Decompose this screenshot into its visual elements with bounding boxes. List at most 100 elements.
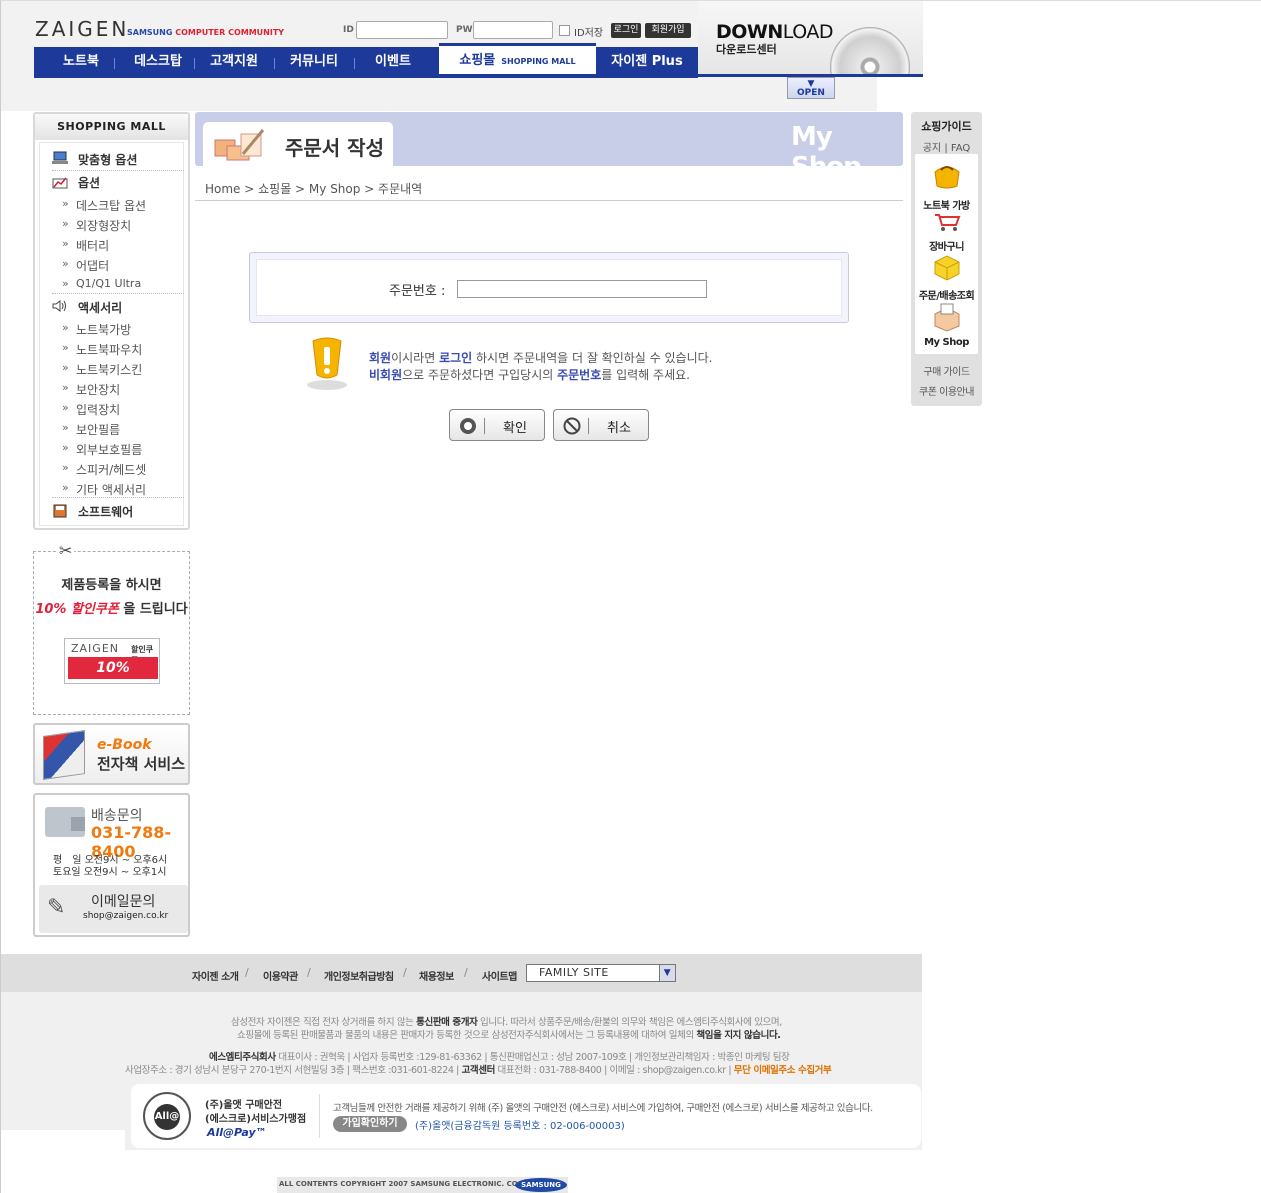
ebook-subtitle: 전자책 서비스 <box>97 755 186 773</box>
footer-divider: / <box>464 966 468 979</box>
bag-icon[interactable] <box>931 160 963 190</box>
nav-divider <box>194 58 195 69</box>
copyright-text: ALL CONTENTS COPYRIGHT 2007 SAMSUNG ELEC… <box>279 1180 537 1188</box>
footer-link-privacy[interactable]: 개인정보취급방침 <box>324 968 394 983</box>
pw-label: PW <box>456 25 473 35</box>
allpay-logo: All@Pay™ <box>207 1126 267 1139</box>
menu-item-battery[interactable]: 배터리 <box>62 237 109 254</box>
menu-option-head[interactable]: 옵션 <box>78 174 100 191</box>
footer-nav: 자이젠 소개 / 이용약관 / 개인정보취급방침 / 채용정보 / 사이트맵 F… <box>1 954 922 992</box>
menu-body: 맞춤형 옵션 옵션 데스크탑 옵션 외장형장치 배터리 어댑터 Q1/Q1 Ul… <box>39 142 184 526</box>
nav-shoppingmall[interactable]: 쇼핑몰 SHOPPING MALL <box>439 43 596 74</box>
chart-icon <box>52 177 68 189</box>
myshop-label: My Shop <box>791 122 862 182</box>
order-number-form: 주문번호 : <box>249 252 849 323</box>
id-label: ID <box>343 25 354 35</box>
menu-item-desktop-option[interactable]: 데스크탑 옵션 <box>62 197 146 214</box>
menu-item-protect-film[interactable]: 외부보호필름 <box>62 441 142 458</box>
nav-desktop[interactable]: 데스크탑 <box>116 47 200 78</box>
menu-item-other-accessory[interactable]: 기타 액세서리 <box>62 481 146 498</box>
laptop-icon <box>52 151 68 164</box>
escrow-divider <box>319 1094 320 1138</box>
menu-software-head[interactable]: 소프트웨어 <box>78 503 133 520</box>
cd-disc-icon <box>830 27 910 74</box>
zaigen-logo[interactable]: ZAIGEN <box>35 17 129 41</box>
family-site-select[interactable]: FAMILY SITE ▼ <box>526 964 676 982</box>
menu-item-external-device[interactable]: 외장형장치 <box>62 217 131 234</box>
cart-icon[interactable] <box>931 212 963 232</box>
menu-custom-option[interactable]: 맞춤형 옵션 <box>78 151 137 168</box>
menu-title: SHOPPING MALL <box>35 114 188 140</box>
menu-item-security-film[interactable]: 보안필름 <box>62 421 120 438</box>
nav-notebook[interactable]: 노트북 <box>48 47 114 78</box>
guide-icons: 노트북 가방 장바구니 주문/배송조회 My Shop <box>915 154 978 354</box>
join-button[interactable]: 회원가입 <box>645 23 691 38</box>
book-icon <box>43 730 85 780</box>
confirm-button[interactable]: 확인 <box>449 409 545 441</box>
footer-line3: 에스엠티주식회사 대표이사 : 권혁욱 | 사업자 등록번호 :129-81-6… <box>209 1052 790 1063</box>
faq-link[interactable]: FAQ <box>951 143 970 154</box>
guide-buy-guide[interactable]: 구매 가이드 <box>911 363 982 378</box>
nav-event[interactable]: 이벤트 <box>356 47 430 78</box>
notice-nonmember: 비회원으로 주문하셨다면 구입당시의 주문번호를 입력해 주세요. <box>369 368 690 382</box>
login-button[interactable]: 로그인 <box>611 23 641 38</box>
download-center-banner[interactable]: DOWNLOAD 다운로드센터 <box>698 1 923 77</box>
nav-community[interactable]: 커뮤니티 <box>276 47 352 78</box>
footer-line1: 삼성전자 자이젠은 직접 전자 상거래를 하지 않는 통신판매 중개자 입니다.… <box>231 1017 782 1028</box>
download-open-button[interactable]: ▼ OPEN <box>787 77 835 99</box>
guide-item-order-delivery[interactable]: 주문/배송조회 <box>915 287 978 302</box>
menu-item-security-device[interactable]: 보안장치 <box>62 381 120 398</box>
page-title-bar: 주문서 작성 My Shop <box>195 112 903 182</box>
download-subtitle: 다운로드센터 <box>716 43 777 56</box>
copyright-bar: ALL CONTENTS COPYRIGHT 2007 SAMSUNG ELEC… <box>277 1177 568 1193</box>
box-delivery-icon[interactable] <box>931 252 963 282</box>
menu-item-q1[interactable]: Q1/Q1 Ultra <box>62 277 141 290</box>
coupon-text-line2: 10% 할인쿠폰 을 드립니다 <box>35 602 188 617</box>
footer-link-terms[interactable]: 이용약관 <box>263 968 298 983</box>
footer-link-sitemap[interactable]: 사이트맵 <box>482 968 517 983</box>
order-number-input[interactable] <box>457 280 707 298</box>
nav-divider <box>114 58 115 69</box>
footer-link-jobs[interactable]: 채용정보 <box>419 968 454 983</box>
menu-item-notebook-pouch[interactable]: 노트북파우치 <box>62 341 142 358</box>
menu-item-speaker-headset[interactable]: 스피커/헤드셋 <box>62 461 146 478</box>
menu-accessory-head[interactable]: 액세서리 <box>78 299 122 316</box>
nav-zaigen-plus[interactable]: 자이젠 Plus <box>596 47 698 78</box>
menu-divider <box>52 170 184 171</box>
shopping-mall-menu: SHOPPING MALL 맞춤형 옵션 옵션 데스크탑 옵션 외장형장치 배터… <box>33 112 190 530</box>
email-inquiry[interactable]: ✎ 이메일문의 shop@zaigen.co.kr <box>39 885 188 933</box>
coupon-banner[interactable]: 제품등록을 하시면 10% 할인쿠폰 을 드립니다 ZAIGEN 할인쿠폰 10… <box>33 551 190 715</box>
guide-coupon-info[interactable]: 쿠폰 이용안내 <box>911 383 982 398</box>
escrow-box: All@ (주)올앳 구매안전 (에스크로)서비스가맹점 All@Pay™ 고객… <box>131 1084 921 1148</box>
menu-item-input-device[interactable]: 입력장치 <box>62 401 120 418</box>
ebook-banner[interactable]: e-Book 전자책 서비스 <box>33 723 190 785</box>
chevron-down-icon[interactable]: ▼ <box>659 965 675 981</box>
pw-input[interactable] <box>473 21 553 39</box>
record-icon <box>460 418 476 434</box>
footer-line2: 쇼핑몰에 등록된 판매물품과 물품의 내용은 판매자가 등록한 것으로 삼성전자… <box>237 1030 781 1041</box>
guide-item-bag[interactable]: 노트북 가방 <box>915 197 978 212</box>
nav-support[interactable]: 고객지원 <box>196 47 272 78</box>
delivery-title: 배송문의 <box>91 808 143 824</box>
menu-item-adapter[interactable]: 어댑터 <box>62 257 109 274</box>
footer-link-about[interactable]: 자이젠 소개 <box>192 968 239 983</box>
notice-link[interactable]: 공지 <box>923 143 941 154</box>
id-save-checkbox[interactable] <box>559 25 570 36</box>
menu-item-notebook-bag[interactable]: 노트북가방 <box>62 321 131 338</box>
samsung-logo: SAMSUNG <box>515 1178 567 1192</box>
footer-divider: / <box>245 966 249 979</box>
myshop-box-icon[interactable] <box>931 302 963 332</box>
page-title: 주문서 작성 <box>285 136 384 160</box>
coupon-brand: ZAIGEN <box>71 642 120 655</box>
guide-links: 공지 | FAQ <box>922 143 971 154</box>
guide-item-cart[interactable]: 장바구니 <box>915 238 978 253</box>
cancel-button[interactable]: 취소 <box>553 409 649 441</box>
escrow-title2: (에스크로)서비스가맹점 <box>205 1114 307 1125</box>
id-input[interactable] <box>356 21 448 39</box>
exclamation-icon <box>307 337 347 390</box>
guide-item-myshop[interactable]: My Shop <box>915 337 978 348</box>
breadcrumb-divider <box>195 200 903 201</box>
escrow-description: 고객님들께 안전한 거래를 제공하기 위해 (주) 올앳의 구매안전 (에스크로… <box>333 1103 873 1114</box>
menu-item-key-skin[interactable]: 노트북키스킨 <box>62 361 142 378</box>
escrow-verify-button[interactable]: 가입확인하기 <box>333 1116 407 1132</box>
